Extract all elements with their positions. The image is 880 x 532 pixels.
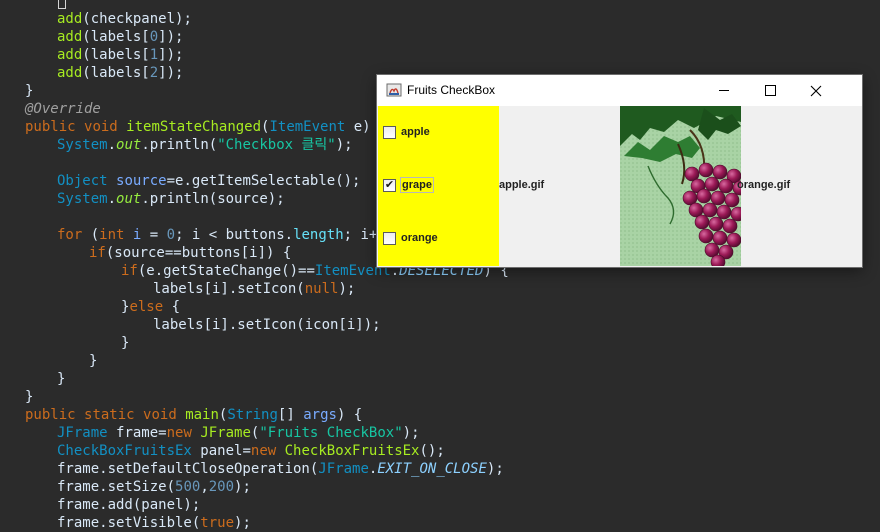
checkbox-label[interactable]: orange xyxy=(400,231,439,245)
grape-berry xyxy=(704,176,720,192)
code-line: public static void main(String[] args) { xyxy=(25,407,363,423)
grape-berry xyxy=(712,164,728,180)
minimize-button[interactable] xyxy=(701,75,747,106)
code-line: Object source=e.getItemSelectable(); xyxy=(57,173,361,189)
checkbox-grape[interactable]: ✔ grape xyxy=(383,175,434,195)
code-line: System.out.println(source); xyxy=(57,191,285,207)
grape-berry xyxy=(698,162,714,178)
grape-berry xyxy=(710,190,726,206)
grape-berry xyxy=(694,214,710,230)
code-line: } xyxy=(121,335,130,351)
maximize-button[interactable] xyxy=(747,75,793,106)
code-line: } xyxy=(25,389,34,405)
grape-picture xyxy=(620,106,741,266)
code-line: add(checkpanel); xyxy=(57,11,192,27)
grape-image xyxy=(620,106,741,266)
grape-berry xyxy=(726,232,741,248)
grape-berry xyxy=(708,216,724,232)
code-line: @Override xyxy=(25,101,101,117)
maximize-icon xyxy=(764,85,776,96)
apple-label-text: apple.gif xyxy=(499,179,545,191)
checkbox-box[interactable] xyxy=(383,231,396,245)
close-button[interactable] xyxy=(793,75,839,106)
code-line: labels[i].setIcon(icon[i]); xyxy=(153,317,381,333)
grape-berry xyxy=(724,192,740,208)
checkbox-label[interactable]: apple xyxy=(400,125,431,139)
grape-berry xyxy=(702,202,718,218)
grape-berry xyxy=(710,254,726,266)
code-line: frame.setSize(500,200); xyxy=(57,479,251,495)
grape-berry xyxy=(716,204,732,220)
checkbox-fruits-panel: apple ✔ grape orange apple.gif orange.gi… xyxy=(378,106,862,266)
code-line: }else { xyxy=(121,299,181,315)
bracket-highlight xyxy=(58,0,66,9)
code-line: } xyxy=(25,83,34,99)
fruits-checkbox-window[interactable]: Fruits CheckBox apple ✔ grape orange app… xyxy=(377,75,862,267)
checkbox-orange[interactable]: orange xyxy=(383,228,439,248)
code-line: frame.setDefaultCloseOperation(JFrame.EX… xyxy=(57,461,504,477)
minimize-icon xyxy=(719,90,729,91)
code-line: for (int i = 0; i < buttons.length; i++) xyxy=(57,227,395,243)
checkbox-apple[interactable]: apple xyxy=(383,122,431,142)
fruit-label-apple: apple.gif xyxy=(499,106,620,266)
code-line: if(source==buttons[i]) { xyxy=(89,245,292,261)
checkbox-box[interactable] xyxy=(383,125,396,139)
grape-berry xyxy=(722,218,738,234)
grape-berry xyxy=(698,228,714,244)
grape-berry xyxy=(712,230,728,246)
code-line: add(labels[1]); xyxy=(57,47,184,63)
fruit-label-orange: orange.gif xyxy=(737,106,862,266)
grape-berry xyxy=(718,178,734,194)
code-line: frame.setVisible(true); xyxy=(57,515,251,531)
code-line: CheckBoxFruitsEx panel=new CheckBoxFruit… xyxy=(57,443,445,459)
window-titlebar[interactable]: Fruits CheckBox xyxy=(377,75,862,106)
checkbox-box-checked[interactable]: ✔ xyxy=(383,178,396,192)
code-line: add(labels[2]); xyxy=(57,65,184,81)
grape-berry xyxy=(696,188,712,204)
code-line: JFrame frame=new JFrame("Fruits CheckBox… xyxy=(57,425,420,441)
code-line: System.out.println("Checkbox 클릭"); xyxy=(57,137,353,153)
code-line: public void itemStateChanged(ItemEvent e… xyxy=(25,119,388,135)
checkbox-panel: apple ✔ grape orange xyxy=(378,106,499,266)
code-line: frame.add(panel); xyxy=(57,497,201,513)
code-line: labels[i].setIcon(null); xyxy=(153,281,356,297)
orange-label-text: orange.gif xyxy=(737,179,791,191)
window-title: Fruits CheckBox xyxy=(407,83,496,97)
java-app-icon[interactable] xyxy=(386,82,402,98)
checkbox-label[interactable]: grape xyxy=(400,177,434,193)
close-icon xyxy=(810,85,822,96)
code-line: } xyxy=(89,353,98,369)
code-line: add(labels[0]); xyxy=(57,29,184,45)
code-line: } xyxy=(57,371,66,387)
